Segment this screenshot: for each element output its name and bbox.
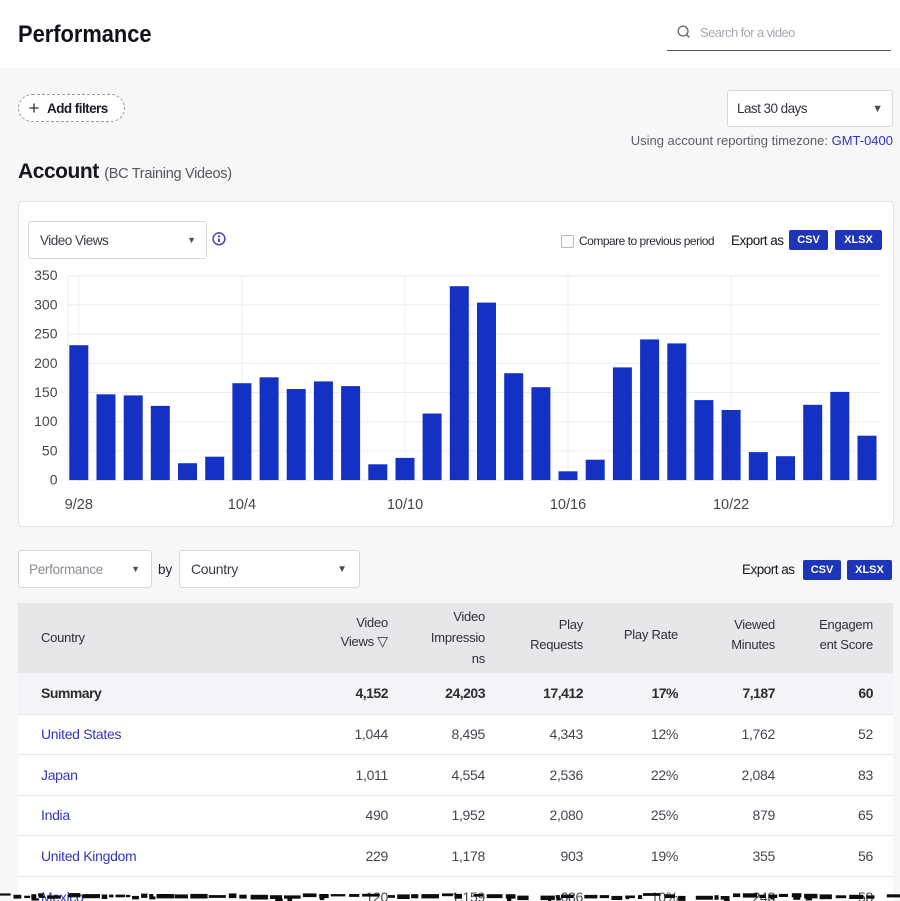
svg-text:300: 300	[34, 296, 58, 312]
svg-text:350: 350	[34, 267, 58, 283]
svg-text:10/22: 10/22	[713, 497, 749, 513]
svg-text:0: 0	[50, 472, 58, 488]
svg-text:10/4: 10/4	[228, 497, 256, 513]
svg-text:9/28: 9/28	[65, 497, 93, 513]
svg-text:100: 100	[34, 413, 58, 429]
svg-text:50: 50	[42, 442, 58, 458]
svg-text:150: 150	[34, 384, 58, 400]
svg-text:200: 200	[34, 355, 58, 371]
svg-text:250: 250	[34, 326, 58, 342]
svg-text:10/10: 10/10	[387, 497, 423, 513]
svg-text:10/16: 10/16	[550, 497, 586, 513]
